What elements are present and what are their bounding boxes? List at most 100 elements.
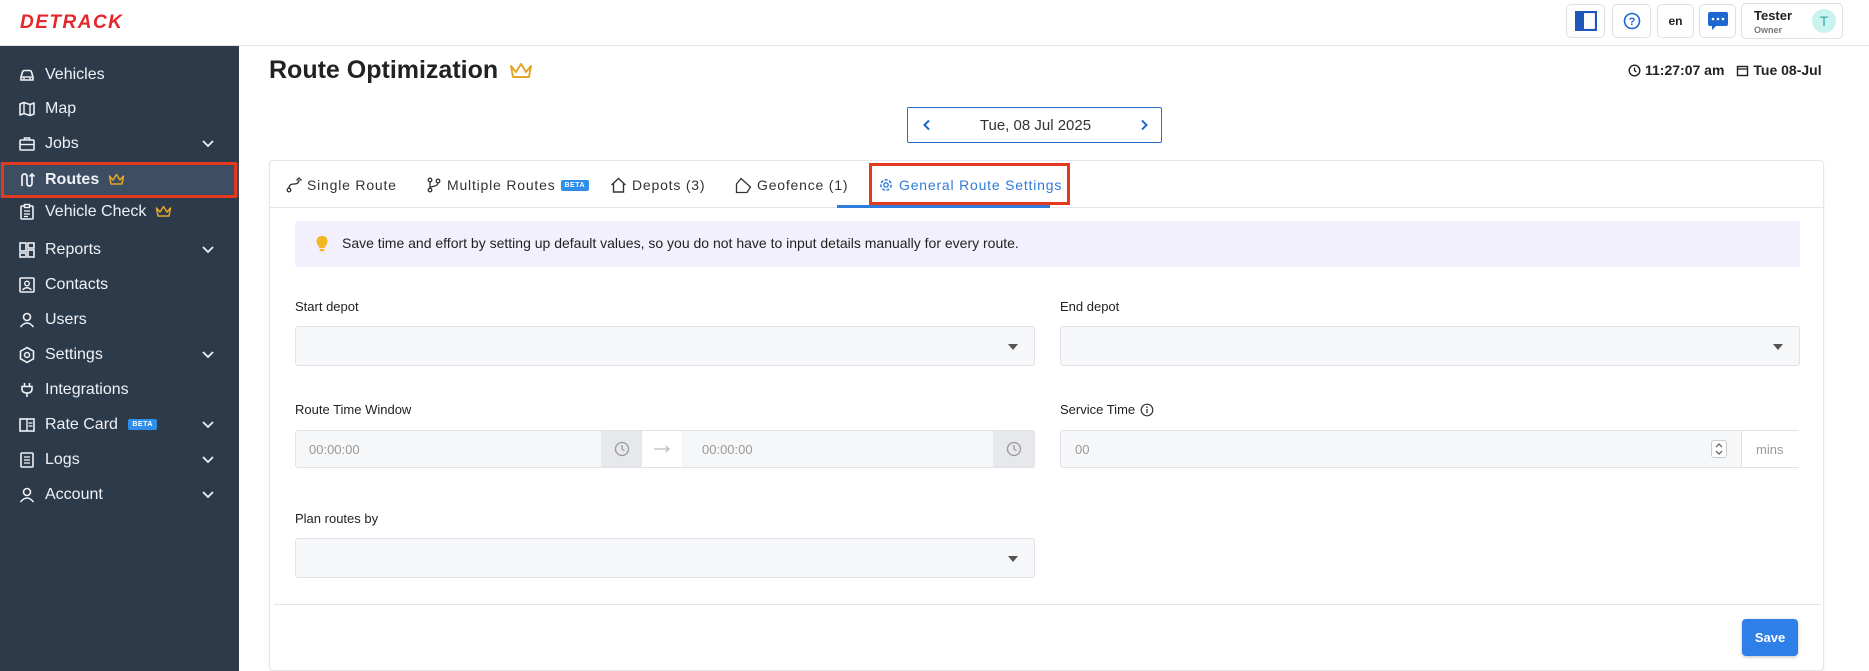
chevron-down-icon	[202, 140, 214, 148]
tab-label: Multiple Routes	[447, 177, 556, 193]
sidebar-item-vehicle-check[interactable]: Vehicle Check	[0, 195, 239, 229]
beta-badge: BETA	[560, 179, 590, 191]
route-icon	[286, 177, 302, 193]
user-menu[interactable]: Tester Owner T	[1741, 3, 1843, 39]
sidebar-item-label: Users	[45, 311, 87, 328]
clock-icon	[1628, 63, 1641, 77]
routes-highlight-box	[1, 162, 237, 198]
lightbulb-icon	[316, 236, 328, 252]
sidebar-item-settings[interactable]: Settings	[0, 338, 239, 372]
start-depot-select[interactable]	[295, 326, 1035, 366]
clock-icon	[614, 441, 629, 457]
service-time-label-text: Service Time	[1060, 402, 1136, 417]
user-role: Owner	[1754, 25, 1783, 35]
sidebar-item-vehicles[interactable]: Vehicles	[0, 58, 239, 92]
footer-divider	[274, 604, 1821, 605]
sidebar-item-jobs[interactable]: Jobs	[0, 127, 239, 161]
top-bar: DETRACK ? en Tester Owner T	[0, 0, 1869, 46]
sidebar-item-label: Contacts	[45, 276, 109, 293]
caret-down-icon	[1773, 344, 1783, 350]
clipboard-icon	[20, 203, 34, 220]
chevron-down-icon	[202, 351, 214, 359]
end-depot-label: End depot	[1060, 299, 1120, 314]
rate-card-icon	[19, 418, 35, 432]
panel-toggle-button[interactable]	[1566, 4, 1605, 38]
tab-multiple-routes[interactable]: Multiple Routes BETA	[426, 174, 590, 196]
help-button[interactable]: ?	[1612, 4, 1651, 38]
car-icon	[20, 69, 34, 81]
settings-card: Single Route Multiple Routes BETA Depots…	[269, 160, 1825, 671]
time-start-input[interactable]: 00:00:00	[309, 442, 360, 457]
branch-icon	[427, 177, 441, 193]
tab-label: Depots (3)	[632, 177, 706, 193]
avatar: T	[1812, 9, 1836, 33]
sidebar-item-rate-card[interactable]: Rate Card BETA	[0, 408, 239, 442]
plan-routes-by-select[interactable]	[295, 538, 1035, 578]
stepper-arrows-icon	[1715, 443, 1723, 455]
end-depot-select[interactable]	[1060, 326, 1800, 366]
service-time-stepper[interactable]	[1711, 440, 1727, 458]
sidebar-item-label: Vehicle Check	[45, 203, 172, 221]
sidebar-item-logs[interactable]: Logs	[0, 443, 239, 477]
tab-bar: Single Route Multiple Routes BETA Depots…	[270, 161, 1825, 208]
caret-down-icon	[1008, 556, 1018, 562]
tab-geofence[interactable]: Geofence (1)	[735, 174, 848, 196]
current-time: 11:27:07 am	[1645, 62, 1725, 78]
sidebar-item-map[interactable]: Map	[0, 92, 239, 126]
chat-button[interactable]	[1699, 4, 1736, 38]
dashboard-icon	[19, 242, 35, 258]
beta-badge: BETA	[128, 419, 157, 431]
geofence-icon	[735, 177, 752, 193]
sidebar-item-users[interactable]: Users	[0, 303, 239, 337]
service-time-input[interactable]: 00	[1075, 442, 1089, 457]
briefcase-icon	[19, 137, 35, 151]
service-time-label: Service Time	[1060, 402, 1154, 417]
sidebar-item-label: Vehicles	[45, 66, 105, 83]
time-range-separator	[642, 431, 682, 467]
sidebar-item-reports[interactable]: Reports	[0, 233, 239, 267]
time-end-picker-button[interactable]	[993, 431, 1034, 467]
chevron-right-icon[interactable]	[1137, 118, 1151, 132]
map-icon	[19, 101, 35, 117]
tab-single-route[interactable]: Single Route	[286, 174, 397, 196]
page-title: Route Optimization	[269, 56, 533, 85]
chevron-down-icon	[202, 456, 214, 464]
unit-suffix: mins	[1741, 431, 1800, 467]
language-button[interactable]: en	[1657, 4, 1694, 38]
sidebar-layout-icon	[1574, 11, 1597, 31]
chevron-down-icon	[202, 246, 214, 254]
time-start-picker-button[interactable]	[601, 431, 642, 467]
svg-text:?: ?	[1628, 16, 1635, 28]
clock-icon	[1006, 441, 1021, 457]
tab-depots[interactable]: Depots (3)	[610, 174, 705, 196]
time-end-input[interactable]: 00:00:00	[702, 442, 753, 457]
save-button[interactable]: Save	[1742, 619, 1798, 656]
sidebar-item-integrations[interactable]: Integrations	[0, 373, 239, 407]
caret-down-icon	[1008, 344, 1018, 350]
chevron-down-icon	[202, 491, 214, 499]
route-time-window: 00:00:00 00:00:00	[295, 430, 1035, 468]
detrack-logo[interactable]: DETRACK	[20, 12, 123, 33]
service-time-field: 00 mins	[1060, 430, 1800, 468]
info-banner: Save time and effort by setting up defau…	[295, 221, 1800, 267]
tab-highlight-box	[869, 163, 1070, 205]
chat-icon	[1707, 12, 1728, 30]
datetime-display: 11:27:07 am Tue 08-Jul	[1628, 62, 1822, 78]
sidebar-item-label: Account	[45, 486, 103, 503]
sidebar-item-label: Rate Card BETA	[45, 416, 157, 434]
date-navigator: Tue, 08 Jul 2025	[907, 107, 1162, 143]
tab-label: Geofence (1)	[757, 177, 849, 193]
selected-date[interactable]: Tue, 08 Jul 2025	[908, 117, 1163, 134]
info-icon[interactable]	[1140, 403, 1154, 417]
account-icon	[19, 487, 35, 503]
chevron-down-icon	[202, 421, 214, 429]
service-time-unit: mins	[1756, 442, 1784, 457]
sidebar-item-label: Map	[45, 100, 77, 117]
sidebar-item-account[interactable]: Account	[0, 478, 239, 512]
crown-icon	[510, 63, 533, 79]
crown-icon	[155, 206, 172, 218]
user-name: Tester	[1754, 8, 1793, 23]
log-icon	[20, 452, 34, 468]
sidebar-item-contacts[interactable]: Contacts	[0, 268, 239, 302]
sidebar-item-label: Jobs	[45, 135, 79, 152]
